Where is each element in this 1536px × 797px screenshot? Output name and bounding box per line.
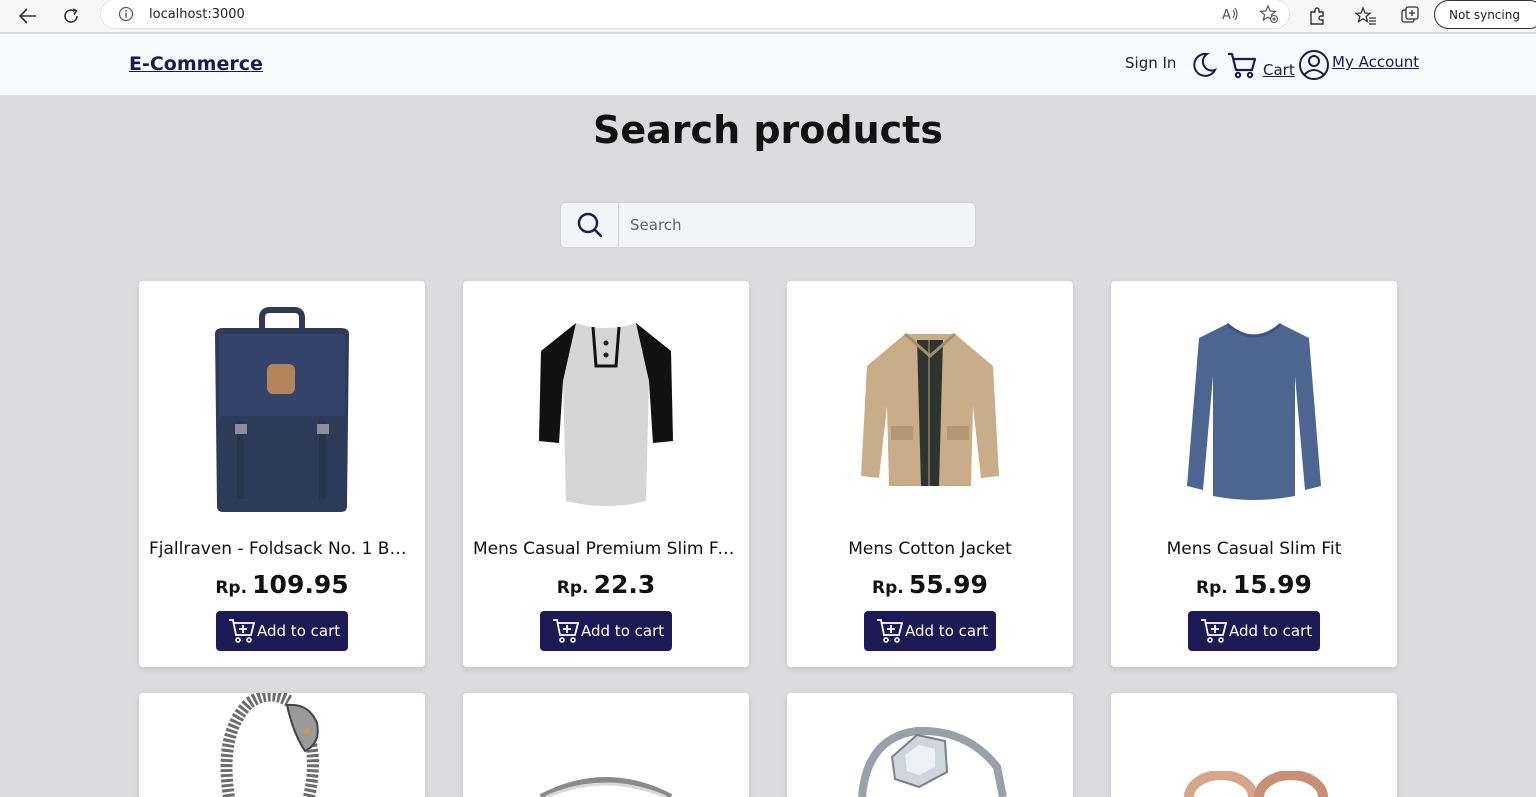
favorites-icon[interactable] (1354, 5, 1377, 32)
product-card[interactable]: Mens Casual Premium Slim Fit T-Shirts Rp… (463, 281, 749, 667)
product-price: Rp. 55.99 (787, 570, 1073, 599)
product-price: Rp. 22.3 (463, 570, 749, 599)
my-account-label: My Account (1332, 53, 1420, 71)
product-price: Rp. 15.99 (1111, 570, 1397, 599)
favorite-add-icon[interactable] (1258, 4, 1279, 29)
reload-icon[interactable] (58, 4, 84, 28)
add-to-cart-button[interactable]: Add to cart (216, 611, 348, 651)
sign-in-link[interactable]: Sign In (1125, 54, 1176, 72)
search-icon[interactable] (561, 203, 619, 247)
currency-label: Rp. (1196, 578, 1228, 598)
product-title[interactable]: Mens Casual Slim Fit (1121, 539, 1387, 559)
product-card[interactable] (463, 693, 749, 797)
currency-label: Rp. (215, 578, 248, 598)
add-to-cart-label: Add to cart (1229, 622, 1313, 640)
add-to-cart-label: Add to cart (257, 622, 341, 640)
collections-icon[interactable] (1399, 5, 1421, 32)
add-to-cart-label: Add to cart (905, 622, 989, 640)
price-value: 109.95 (252, 570, 349, 599)
user-icon (1299, 50, 1329, 80)
product-card[interactable]: Mens Cotton Jacket Rp. 55.99 Add to cart (787, 281, 1073, 667)
product-image[interactable] (536, 771, 676, 797)
product-title[interactable]: Mens Cotton Jacket (797, 539, 1063, 559)
product-card[interactable] (139, 693, 425, 797)
add-to-cart-button[interactable]: Add to cart (864, 611, 996, 651)
add-to-cart-label: Add to cart (581, 622, 665, 640)
product-title[interactable]: Fjallraven - Foldsack No. 1 Backpack, Fi… (149, 539, 415, 559)
product-image[interactable] (139, 293, 425, 528)
product-image[interactable] (463, 293, 749, 528)
sync-status-label: Not syncing (1449, 8, 1520, 22)
price-value: 22.3 (593, 570, 656, 599)
cart-link[interactable]: Cart (1227, 51, 1295, 79)
price-value: 15.99 (1232, 570, 1312, 599)
sync-status-button[interactable]: Not syncing (1434, 0, 1536, 29)
product-title[interactable]: Mens Casual Premium Slim Fit T-Shirts (473, 539, 739, 559)
read-aloud-icon[interactable]: A (1221, 4, 1241, 29)
extensions-icon[interactable] (1306, 5, 1328, 32)
site-navbar: E-Commerce Sign In Cart My Account (0, 34, 1536, 96)
product-card[interactable]: Mens Casual Slim Fit Rp. 15.99 Add to ca… (1111, 281, 1397, 667)
product-image[interactable] (209, 693, 349, 797)
cart-plus-icon (553, 619, 580, 643)
add-to-cart-button[interactable]: Add to cart (540, 611, 672, 651)
cart-label: Cart (1263, 61, 1295, 79)
product-image[interactable] (857, 726, 1007, 797)
cart-plus-icon (229, 619, 256, 643)
my-account-link[interactable]: My Account (1298, 49, 1419, 81)
site-info-icon[interactable] (118, 6, 134, 27)
product-image[interactable] (787, 293, 1073, 528)
browser-toolbar: localhost:3000 A Not syncing (0, 0, 1536, 33)
add-to-cart-button[interactable]: Add to cart (1188, 611, 1320, 651)
dark-mode-toggle-icon[interactable] (1190, 51, 1218, 84)
currency-label: Rp. (556, 578, 589, 598)
product-card[interactable] (1111, 693, 1397, 797)
cart-icon (1228, 52, 1257, 79)
address-bar[interactable]: localhost:3000 A (101, 0, 1289, 28)
search-input[interactable] (619, 203, 975, 247)
url-text[interactable]: localhost:3000 (149, 7, 245, 22)
product-price: Rp. 109.95 (139, 570, 425, 599)
svg-text:A: A (1222, 8, 1231, 23)
product-card[interactable]: Fjallraven - Foldsack No. 1 Backpack, Fi… (139, 281, 425, 667)
page-title: Search products (593, 108, 943, 152)
product-image[interactable] (1111, 293, 1397, 528)
cart-plus-icon (877, 619, 904, 643)
price-value: 55.99 (908, 570, 988, 599)
brand-link[interactable]: E-Commerce (129, 53, 263, 75)
product-card[interactable] (787, 693, 1073, 797)
search-bar (560, 202, 976, 248)
currency-label: Rp. (872, 578, 904, 598)
cart-plus-icon (1201, 619, 1228, 643)
product-image[interactable] (1181, 770, 1331, 797)
back-arrow-icon[interactable] (15, 4, 41, 28)
